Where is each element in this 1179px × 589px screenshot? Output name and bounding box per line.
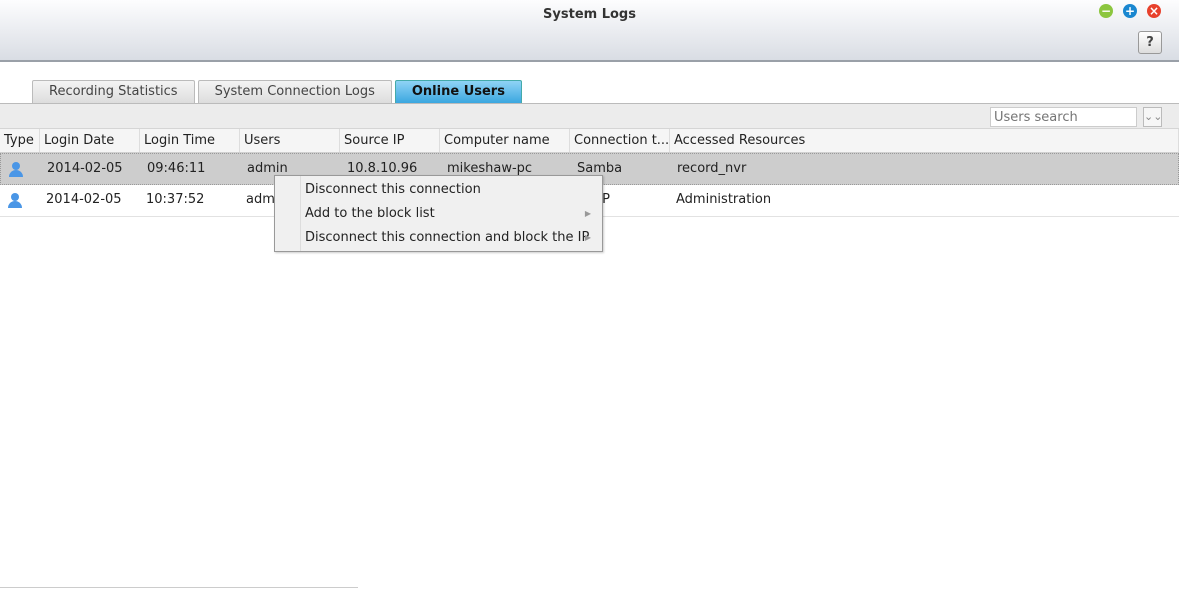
maximize-icon[interactable]: + (1123, 4, 1137, 18)
window-title: System Logs (543, 7, 636, 22)
menu-item-label: Disconnect this connection and block the… (305, 230, 590, 245)
column-connection-type[interactable]: Connection t... (570, 129, 670, 152)
menu-item-add-to-block-list[interactable]: Add to the block list ▶ (305, 202, 597, 226)
tab-online-users[interactable]: Online Users (394, 80, 522, 103)
column-login-time[interactable]: Login Time (140, 129, 240, 152)
column-source-ip[interactable]: Source IP (340, 129, 440, 152)
login-time: 10:37:52 (146, 192, 205, 207)
user-icon (8, 162, 24, 178)
login-date: 2014-02-05 (46, 192, 122, 207)
toolbar: ⌄⌄ (0, 103, 1179, 129)
search-options-chevron-icon[interactable]: ⌄⌄ (1143, 107, 1162, 127)
tab-system-connection-logs[interactable]: System Connection Logs (197, 80, 392, 103)
divider (0, 587, 358, 588)
tab-bar: Recording Statistics System Connection L… (32, 80, 522, 103)
column-accessed-resources[interactable]: Accessed Resources (670, 129, 1179, 152)
menu-item-disconnect-and-block-ip[interactable]: Disconnect this connection and block the… (305, 226, 597, 250)
tab-recording-statistics[interactable]: Recording Statistics (32, 80, 195, 103)
table-header: Type Login Date Login Time Users Source … (0, 129, 1179, 153)
minimize-icon[interactable]: − (1099, 4, 1113, 18)
title-bar: System Logs − + × ? (0, 0, 1179, 62)
menu-item-label: Add to the block list (305, 206, 435, 221)
menu-item-label: Disconnect this connection (305, 182, 481, 197)
column-login-date[interactable]: Login Date (40, 129, 140, 152)
login-time: 09:46:11 (147, 161, 206, 176)
users-search-input[interactable] (990, 107, 1137, 127)
column-type[interactable]: Type (0, 129, 40, 152)
accessed-resources: record_nvr (677, 161, 747, 176)
user-icon (7, 193, 23, 209)
accessed-resources: Administration (676, 192, 772, 207)
login-date: 2014-02-05 (47, 161, 123, 176)
context-menu: Disconnect this connection Add to the bl… (274, 175, 603, 252)
help-button[interactable]: ? (1138, 31, 1162, 54)
column-users[interactable]: Users (240, 129, 340, 152)
submenu-arrow-icon: ▶ (584, 233, 591, 242)
column-computer-name[interactable]: Computer name (440, 129, 570, 152)
close-icon[interactable]: × (1147, 4, 1161, 18)
submenu-arrow-icon: ▶ (584, 209, 591, 218)
menu-item-disconnect[interactable]: Disconnect this connection (305, 178, 597, 202)
